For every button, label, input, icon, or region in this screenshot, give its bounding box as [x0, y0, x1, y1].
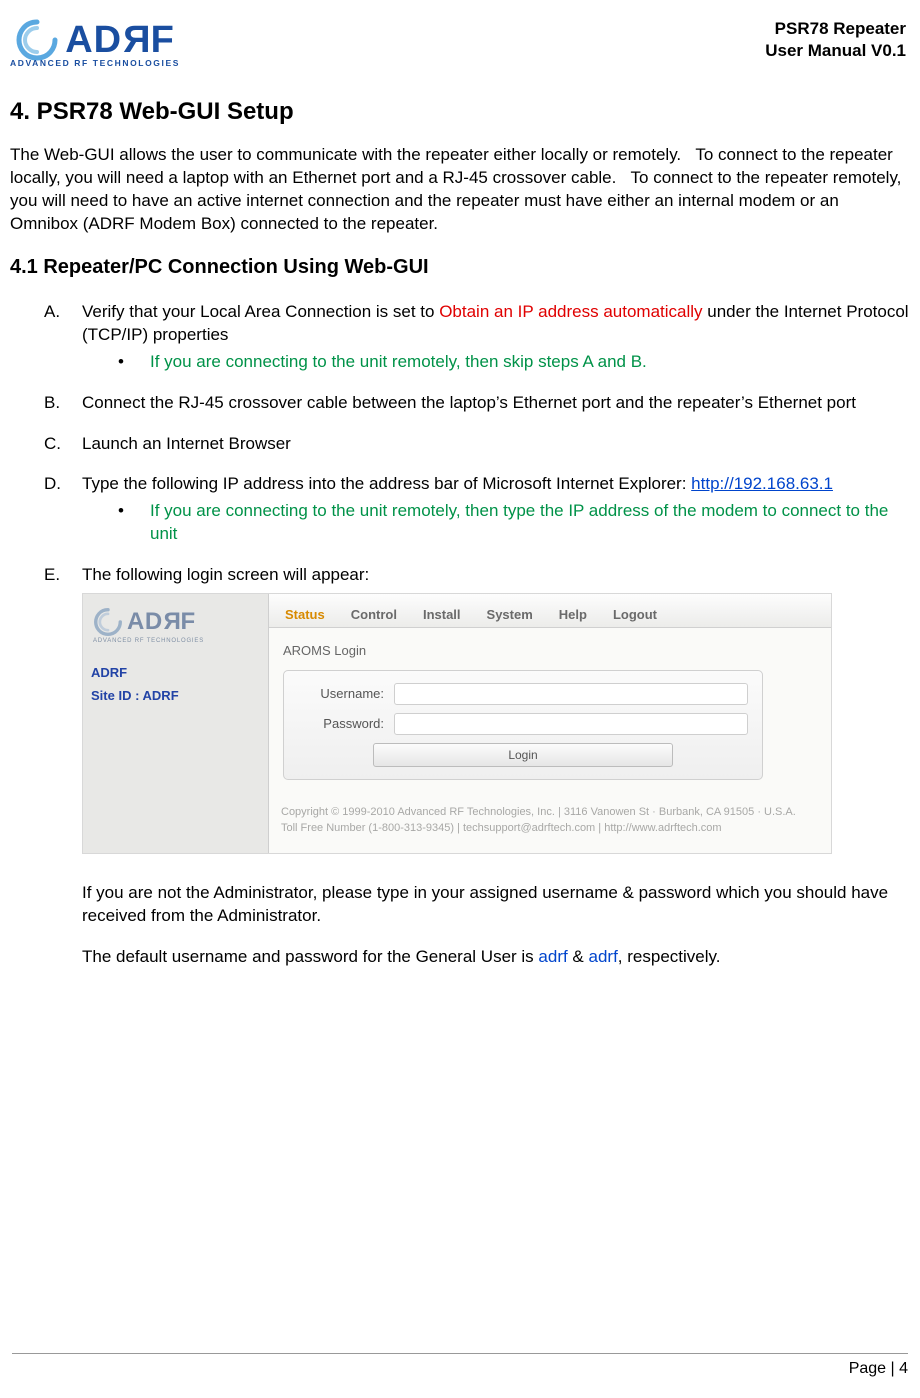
step-marker: C. [44, 433, 61, 456]
step-e-text: The following login screen will appear: [82, 565, 369, 584]
tab-help[interactable]: Help [557, 600, 589, 630]
step-a-red-text: Obtain an IP address automatically [439, 302, 702, 321]
step-marker: B. [44, 392, 60, 415]
default-username: adrf [538, 947, 567, 966]
screenshot-sidebar: ADRF ADVANCED RF TECHNOLOGIES ADRF Site … [83, 594, 269, 853]
screenshot-footer: Copyright © 1999-2010 Advanced RF Techno… [269, 780, 831, 853]
step-a-bullet-text: If you are connecting to the unit remote… [150, 352, 647, 371]
screenshot-tabs: Status Control Install System Help Logou… [269, 594, 831, 628]
logo-text: ADRF [65, 19, 175, 62]
step-d-sublist: If you are connecting to the unit remote… [82, 500, 910, 546]
sidebar-item-siteid[interactable]: Site ID : ADRF [91, 684, 260, 708]
after-screenshot-para2: The default username and password for th… [82, 946, 910, 969]
tab-status[interactable]: Status [283, 600, 327, 630]
username-label: Username: [298, 685, 394, 703]
step-marker: D. [44, 473, 61, 496]
step-d-text-pre: Type the following IP address into the a… [82, 474, 691, 493]
step-marker: A. [44, 301, 60, 324]
after2-mid: & [568, 947, 589, 966]
default-password: adrf [589, 947, 618, 966]
page-number: Page | 4 [849, 1360, 908, 1377]
logo-subtitle: ADVANCED RF TECHNOLOGIES [10, 58, 180, 68]
ip-address-link[interactable]: http://192.168.63.1 [691, 474, 833, 493]
step-a-bullet: If you are connecting to the unit remote… [118, 351, 910, 374]
login-form: Username: Password: Login [283, 670, 763, 780]
step-a: A. Verify that your Local Area Connectio… [44, 301, 910, 374]
step-a-sublist: If you are connecting to the unit remote… [82, 351, 910, 374]
login-button[interactable]: Login [373, 743, 673, 767]
doc-title-line1: PSR78 Repeater [765, 18, 906, 40]
password-label: Password: [298, 715, 394, 733]
doc-title-line2: User Manual V0.1 [765, 40, 906, 62]
step-b-text: Connect the RJ-45 crossover cable betwee… [82, 393, 856, 412]
logo-swirl-icon [15, 18, 59, 62]
document-title: PSR78 Repeater User Manual V0.1 [765, 18, 906, 62]
after-screenshot-para1: If you are not the Administrator, please… [82, 882, 910, 928]
screenshot-logo-text: ADRF [127, 606, 196, 638]
logo-swirl-icon [93, 607, 123, 637]
tab-system[interactable]: System [485, 600, 535, 630]
page-header: ADRF ADVANCED RF TECHNOLOGIES PSR78 Repe… [10, 18, 910, 68]
screenshot-logo: ADRF ADVANCED RF TECHNOLOGIES [83, 600, 268, 650]
step-c-text: Launch an Internet Browser [82, 434, 291, 453]
logo: ADRF ADVANCED RF TECHNOLOGIES [10, 18, 180, 68]
screenshot-footer-line1: Copyright © 1999-2010 Advanced RF Techno… [281, 804, 819, 821]
after2-pre: The default username and password for th… [82, 947, 538, 966]
step-d-bullet: If you are connecting to the unit remote… [118, 500, 910, 546]
intro-paragraph: The Web-GUI allows the user to communica… [10, 144, 910, 236]
username-input[interactable] [394, 683, 748, 705]
sidebar-item-adrf[interactable]: ADRF [91, 661, 260, 685]
step-c: C. Launch an Internet Browser [44, 433, 910, 456]
tab-install[interactable]: Install [421, 600, 463, 630]
login-panel-title: AROMS Login [283, 642, 817, 660]
step-d: D. Type the following IP address into th… [44, 473, 910, 546]
step-d-bullet-text: If you are connecting to the unit remote… [150, 501, 888, 543]
section-heading: 4. PSR78 Web-GUI Setup [10, 98, 910, 126]
login-screenshot: ADRF ADVANCED RF TECHNOLOGIES ADRF Site … [82, 593, 832, 854]
screenshot-main: Status Control Install System Help Logou… [269, 594, 831, 853]
screenshot-footer-line2: Toll Free Number (1-800-313-9345) | tech… [281, 820, 819, 837]
step-e: E. The following login screen will appea… [44, 564, 910, 968]
after2-post: , respectively. [618, 947, 721, 966]
subsection-heading: 4.1 Repeater/PC Connection Using Web-GUI [10, 256, 910, 279]
page-footer: Page | 4 [12, 1353, 908, 1378]
tab-logout[interactable]: Logout [611, 600, 659, 630]
step-a-text-pre: Verify that your Local Area Connection i… [82, 302, 439, 321]
tab-control[interactable]: Control [349, 600, 399, 630]
step-b: B. Connect the RJ-45 crossover cable bet… [44, 392, 910, 415]
steps-list: A. Verify that your Local Area Connectio… [10, 301, 910, 969]
password-input[interactable] [394, 713, 748, 735]
step-marker: E. [44, 564, 60, 587]
